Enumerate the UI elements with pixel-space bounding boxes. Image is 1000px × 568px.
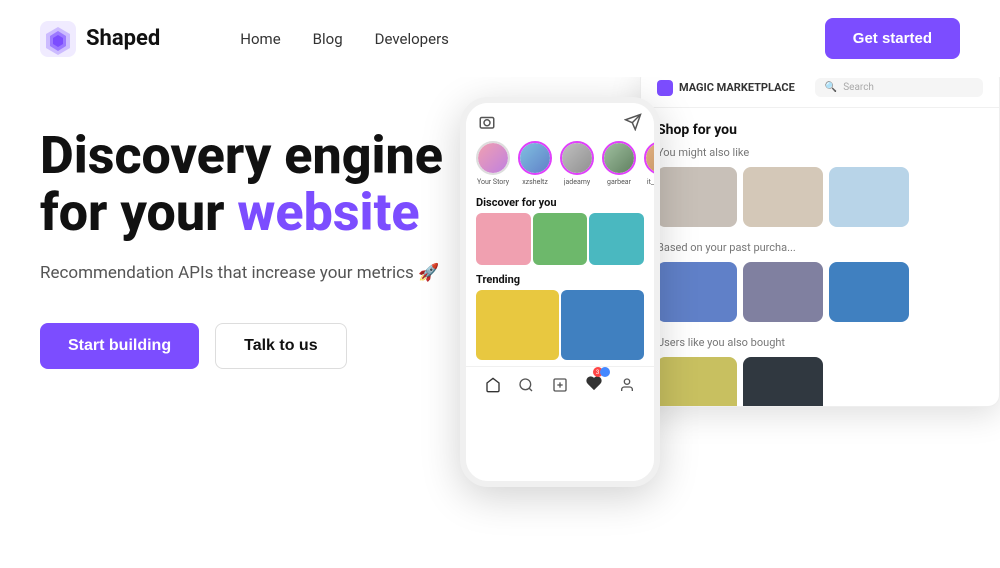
heart-nav-container: 3 <box>586 375 602 395</box>
discover-img-3 <box>589 213 644 265</box>
discover-section-title: Discover for you <box>466 194 654 213</box>
product-image-person <box>743 262 823 322</box>
nav-link-home[interactable]: Home <box>240 30 280 48</box>
hero-section: Discovery engine for your website Recomm… <box>0 77 1000 568</box>
nav-link-blog[interactable]: Blog <box>313 30 343 48</box>
product-image-chair <box>657 167 737 227</box>
users-like-you-subtitle: Users like you also bought <box>657 336 983 349</box>
shop-for-you-title: Shop for you <box>657 122 983 138</box>
nav-link-developers[interactable]: Developers <box>375 30 449 48</box>
get-started-button[interactable]: Get started <box>825 18 960 59</box>
search-nav-icon[interactable] <box>518 377 534 393</box>
camera-icon <box>478 113 496 131</box>
trending-img-1 <box>476 290 559 360</box>
past-purchase-row <box>657 262 983 322</box>
story-avatar-1 <box>518 141 552 175</box>
story-avatar-own <box>476 141 510 175</box>
logo[interactable]: Shaped <box>40 21 160 57</box>
start-building-button[interactable]: Start building <box>40 323 199 369</box>
story-avatar-4 <box>644 141 654 175</box>
hero-title-accent: website <box>237 182 419 243</box>
desktop-mockup: MAGIC MARKETPLACE 🔍 Search Shop for you … <box>640 67 1000 407</box>
story-label-3: garbear <box>607 178 631 186</box>
users-like-you-row <box>657 357 983 407</box>
desktop-brand: MAGIC MARKETPLACE <box>657 80 795 96</box>
product-image-pool <box>829 167 909 227</box>
past-purchase-subtitle: Based on your past purcha... <box>657 241 983 254</box>
story-avatar-3 <box>602 141 636 175</box>
story-avatar-img-4 <box>646 143 654 173</box>
hero-buttons: Start building Talk to us <box>40 323 460 369</box>
logo-text: Shaped <box>86 26 160 51</box>
story-avatar-2 <box>560 141 594 175</box>
trending-img-2 <box>561 290 644 360</box>
product-image-room <box>743 167 823 227</box>
phone-bottom-nav: 3 <box>466 366 654 403</box>
product-image-jeans <box>657 262 737 322</box>
stories-row: Your Story xzsheltz jadeamy <box>466 137 654 194</box>
story-3: garbear <box>602 141 636 186</box>
hero-right: MAGIC MARKETPLACE 🔍 Search Shop for you … <box>440 67 1000 567</box>
desktop-body: Shop for you You might also like Based o… <box>641 108 999 407</box>
story-avatar-img-own <box>478 143 508 173</box>
product-image-blue <box>829 262 909 322</box>
you-might-like-row <box>657 167 983 227</box>
home-nav-icon[interactable] <box>485 377 501 393</box>
hero-left: Discovery engine for your website Recomm… <box>40 107 460 369</box>
story-own: Your Story <box>476 141 510 186</box>
desktop-search-bar[interactable]: 🔍 Search <box>815 78 983 97</box>
add-nav-icon[interactable] <box>552 377 568 393</box>
story-label-4: it_and_bt <box>647 178 654 186</box>
logo-icon <box>40 21 76 57</box>
profile-nav-icon[interactable] <box>619 377 635 393</box>
story-2: jadeamy <box>560 141 594 186</box>
phone-mockup: Your Story xzsheltz jadeamy <box>460 97 660 487</box>
search-icon: 🔍 <box>825 82 837 93</box>
story-avatar-img-1 <box>520 143 550 173</box>
story-label-own: Your Story <box>477 178 509 186</box>
search-placeholder: Search <box>843 82 874 93</box>
story-label-1: xzsheltz <box>522 178 548 186</box>
you-might-like-subtitle: You might also like <box>657 146 983 159</box>
hero-title-line2-plain: for your <box>40 182 237 243</box>
brand-dot-icon <box>657 80 673 96</box>
phone-header <box>466 103 654 137</box>
navbar: Shaped Home Blog Developers Get started <box>0 0 1000 77</box>
talk-to-us-button[interactable]: Talk to us <box>215 323 347 369</box>
story-avatar-img-3 <box>604 143 634 173</box>
notification-badges: 3 <box>593 367 610 377</box>
story-4: it_and_bt <box>644 141 654 186</box>
heart-nav-icon[interactable] <box>586 375 602 391</box>
send-icon <box>624 113 642 131</box>
discover-img-2 <box>533 213 588 265</box>
story-label-2: jadeamy <box>564 178 590 186</box>
nav-links: Home Blog Developers <box>240 30 825 48</box>
product-image-dark <box>743 357 823 407</box>
trending-section-title: Trending <box>466 271 654 290</box>
story-avatar-img-2 <box>562 143 592 173</box>
discover-grid <box>466 213 654 265</box>
story-1: xzsheltz <box>518 141 552 186</box>
trending-grid <box>466 290 654 360</box>
comment-badge <box>600 367 610 377</box>
discover-img-1 <box>476 213 531 265</box>
hero-subtitle: Recommendation APIs that increase your m… <box>40 261 460 287</box>
desktop-brand-text: MAGIC MARKETPLACE <box>679 81 795 94</box>
product-image-sandals <box>657 357 737 407</box>
phone-inner: Your Story xzsheltz jadeamy <box>466 103 654 481</box>
hero-title-line1: Discovery engine <box>40 125 443 186</box>
hero-title: Discovery engine for your website <box>40 127 460 241</box>
